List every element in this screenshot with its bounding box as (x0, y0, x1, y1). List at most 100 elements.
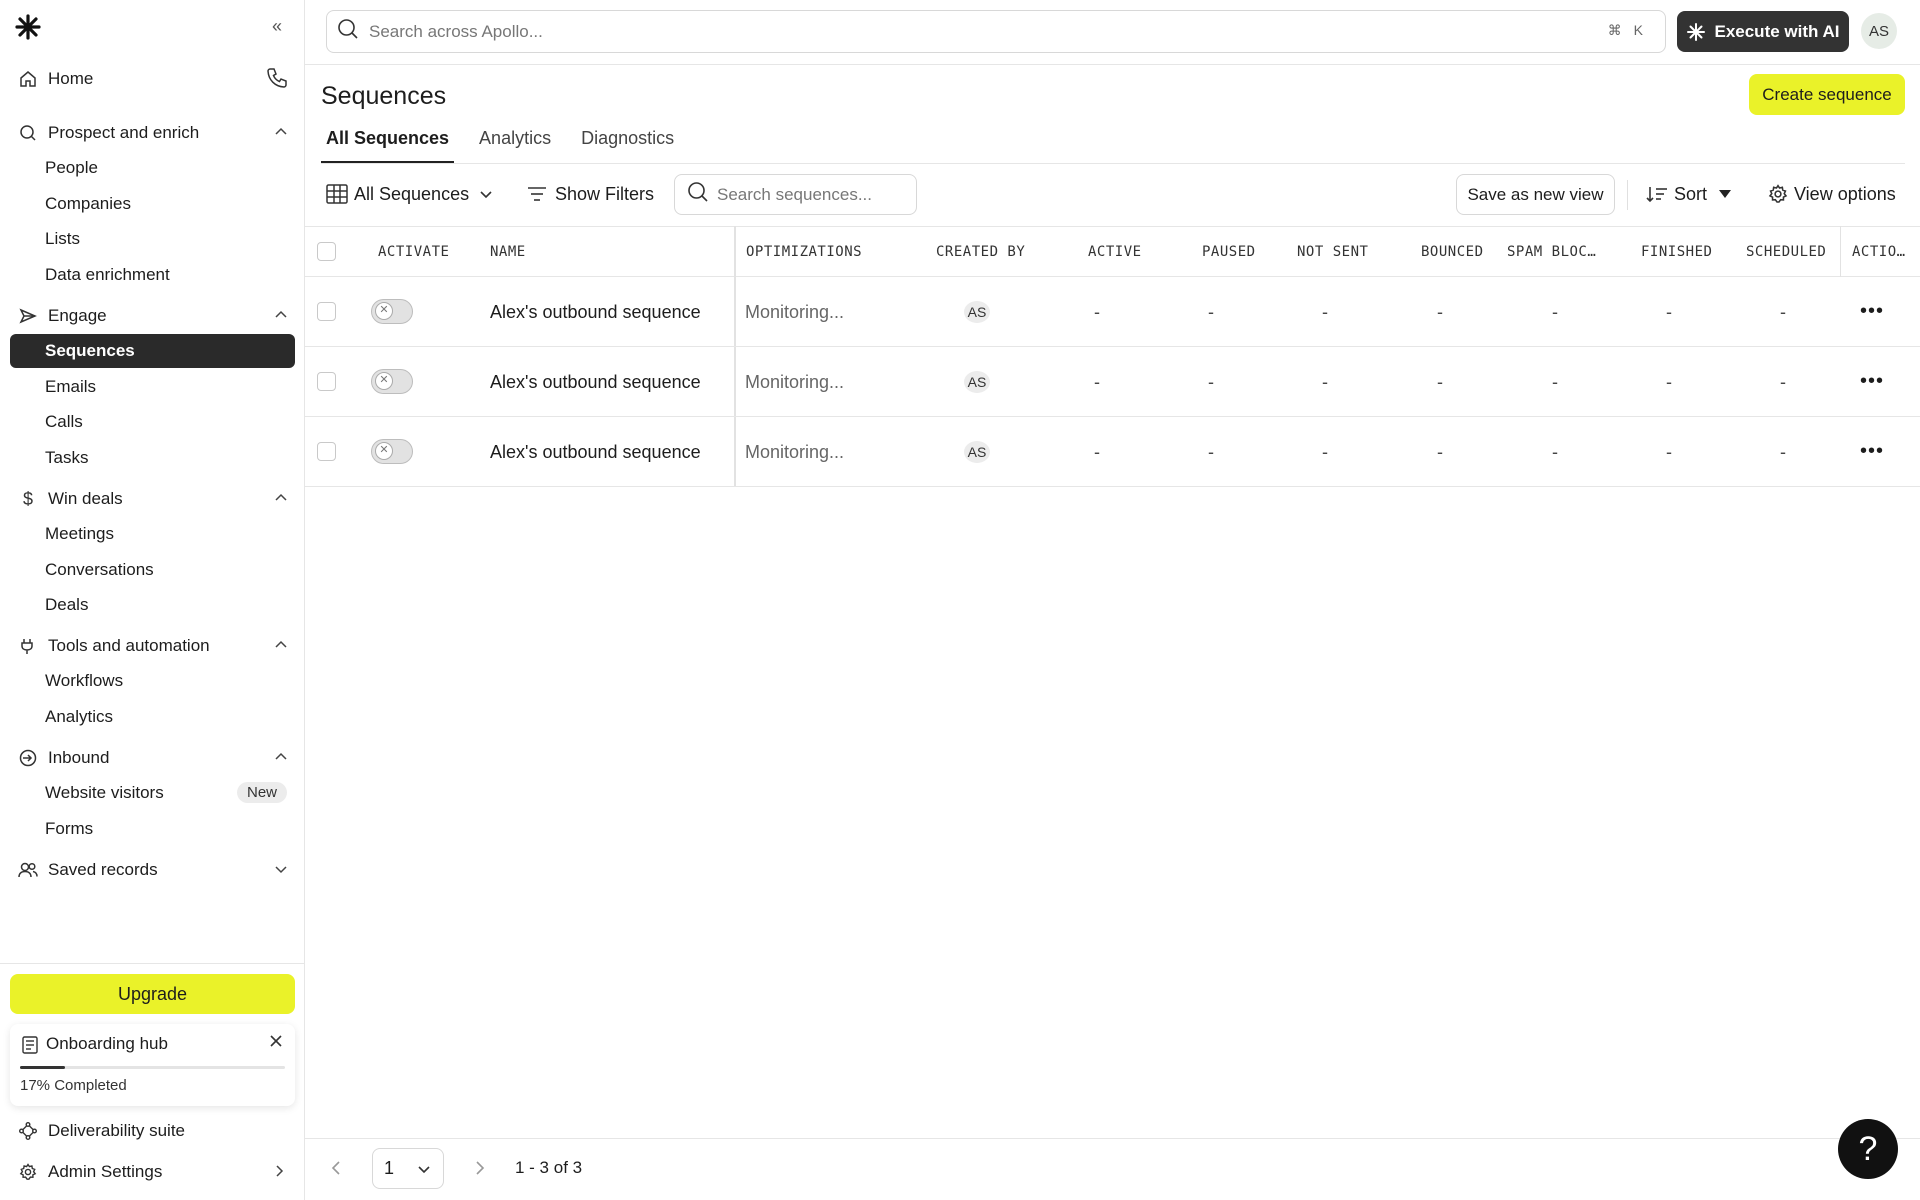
sequence-search-input[interactable] (717, 184, 897, 205)
sidebar-item-label: Deliverability suite (48, 1121, 185, 1140)
activate-toggle[interactable]: ✕ (371, 369, 413, 394)
collapse-sidebar-icon[interactable]: « (272, 16, 282, 36)
sidebar-item-deliverability[interactable]: Deliverability suite (10, 1114, 295, 1148)
column-header-spam-blocked[interactable]: SPAM BLOC… (1507, 227, 1596, 277)
create-sequence-button[interactable]: Create sequence (1749, 74, 1905, 115)
column-header-finished[interactable]: FINISHED (1641, 227, 1712, 277)
sort-button[interactable]: Sort (1646, 176, 1737, 212)
sidebar-item-lists[interactable]: Lists (10, 222, 295, 256)
sequence-name[interactable]: Alex's outbound sequence (490, 417, 701, 487)
show-filters-button[interactable]: Show Filters (527, 176, 654, 212)
sidebar-item-label: Meetings (45, 524, 114, 543)
user-avatar[interactable]: AS (1861, 13, 1897, 49)
column-header-activate[interactable]: ACTIVATE (378, 227, 449, 277)
onboarding-progress-fill (20, 1066, 66, 1069)
close-icon[interactable] (269, 1034, 283, 1053)
tab-analytics[interactable]: Analytics (474, 124, 556, 164)
sidebar-item-website-visitors[interactable]: Website visitors New (10, 776, 295, 810)
sidebar-item-calls[interactable]: Calls (10, 405, 295, 439)
view-options-label: View options (1794, 183, 1896, 204)
column-header-created-by[interactable]: CREATED BY (936, 227, 1025, 277)
row-checkbox[interactable] (317, 302, 336, 321)
column-header-name[interactable]: NAME (490, 227, 526, 277)
sparkle-icon (1687, 22, 1706, 41)
sidebar-item-conversations[interactable]: Conversations (10, 553, 295, 587)
sidebar-group-prospect[interactable]: Prospect and enrich (10, 116, 295, 150)
created-by-avatar: AS (964, 371, 990, 393)
active-count: - (1094, 302, 1100, 322)
sidebar-item-meetings[interactable]: Meetings (10, 517, 295, 551)
sidebar-item-admin-settings[interactable]: Admin Settings (10, 1155, 295, 1189)
sidebar-group-tools[interactable]: Tools and automation (10, 629, 295, 663)
users-icon (18, 860, 38, 880)
spam-count: - (1552, 372, 1558, 392)
view-options-button[interactable]: View options (1768, 176, 1896, 212)
global-search-bar[interactable]: ⌘ K (326, 10, 1666, 53)
sidebar-item-forms[interactable]: Forms (10, 812, 295, 846)
scheduled-count: - (1780, 372, 1786, 392)
more-actions-icon[interactable]: ••• (1860, 441, 1884, 461)
sidebar-item-label: Lists (45, 229, 80, 248)
previous-page-icon[interactable] (328, 1158, 344, 1183)
execute-with-ai-button[interactable]: Execute with AI (1677, 11, 1849, 52)
save-as-new-view-button[interactable]: Save as new view (1456, 174, 1615, 215)
global-search-input[interactable] (369, 21, 1469, 42)
table-row[interactable]: ✕ Alex's outbound sequence Monitoring... AS… (305, 417, 1920, 487)
footer-divider (305, 1138, 1920, 1139)
sequence-search-bar[interactable] (674, 174, 917, 215)
more-actions-icon[interactable]: ••• (1860, 371, 1884, 391)
sequence-name[interactable]: Alex's outbound sequence (490, 347, 701, 417)
view-selector[interactable]: All Sequences (326, 176, 499, 212)
onboarding-hub-card[interactable]: Onboarding hub 17% Completed (10, 1024, 295, 1106)
activate-toggle[interactable]: ✕ (371, 439, 413, 464)
more-actions-icon[interactable]: ••• (1860, 301, 1884, 321)
sidebar-item-data-enrichment[interactable]: Data enrichment (10, 258, 295, 292)
not-sent-count: - (1322, 302, 1328, 322)
tab-diagnostics[interactable]: Diagnostics (576, 124, 679, 164)
filter-icon (528, 187, 546, 201)
sidebar-item-label: Conversations (45, 560, 154, 579)
table-row[interactable]: ✕ Alex's outbound sequence Monitoring... AS… (305, 277, 1920, 347)
sidebar-item-workflows[interactable]: Workflows (10, 664, 295, 698)
column-header-paused[interactable]: PAUSED (1202, 227, 1256, 277)
page-number-select[interactable]: 1 (372, 1148, 444, 1189)
sidebar-divider (0, 963, 305, 964)
help-button[interactable]: ? (1838, 1119, 1898, 1179)
apollo-logo-icon[interactable] (15, 14, 41, 40)
show-filters-label: Show Filters (555, 183, 655, 204)
column-header-bounced[interactable]: BOUNCED (1421, 227, 1484, 277)
sidebar-item-tasks[interactable]: Tasks (10, 441, 295, 475)
row-checkbox[interactable] (317, 442, 336, 461)
column-header-actions[interactable]: ACTIO… (1852, 227, 1906, 277)
sidebar-item-people[interactable]: People (10, 151, 295, 185)
pagination-range: 1 - 3 of 3 (515, 1158, 583, 1177)
upgrade-button[interactable]: Upgrade (10, 974, 295, 1014)
tab-all-sequences[interactable]: All Sequences (321, 124, 455, 164)
view-selector-label: All Sequences (354, 183, 470, 204)
sidebar-group-inbound[interactable]: Inbound (10, 741, 295, 775)
row-checkbox[interactable] (317, 372, 336, 391)
sidebar-item-emails[interactable]: Emails (10, 370, 295, 404)
column-header-not-sent[interactable]: NOT SENT (1297, 227, 1368, 277)
column-header-scheduled[interactable]: SCHEDULED (1746, 227, 1826, 277)
sidebar-group-engage[interactable]: Engage (10, 299, 295, 333)
sidebar-item-sequences[interactable]: Sequences (10, 334, 295, 368)
sidebar-item-companies[interactable]: Companies (10, 187, 295, 221)
sequence-name[interactable]: Alex's outbound sequence (490, 277, 701, 347)
select-all-checkbox[interactable] (317, 242, 336, 261)
chevron-up-icon (273, 749, 289, 770)
next-page-icon[interactable] (472, 1158, 488, 1183)
search-icon (337, 18, 359, 45)
sidebar-item-analytics[interactable]: Analytics (10, 700, 295, 734)
sidebar-item-label: Website visitors (45, 783, 164, 802)
activate-toggle[interactable]: ✕ (371, 299, 413, 324)
phone-icon[interactable] (265, 66, 289, 95)
column-header-active[interactable]: ACTIVE (1088, 227, 1142, 277)
sidebar-item-home[interactable]: Home (10, 62, 295, 96)
column-header-optimizations[interactable]: OPTIMIZATIONS (746, 227, 862, 277)
sidebar-group-win-deals[interactable]: $ Win deals (10, 482, 295, 516)
actions-column-divider (1840, 226, 1841, 277)
sidebar-item-deals[interactable]: Deals (10, 588, 295, 622)
sidebar-group-saved-records[interactable]: Saved records (10, 853, 295, 887)
table-row[interactable]: ✕ Alex's outbound sequence Monitoring... AS… (305, 347, 1920, 417)
